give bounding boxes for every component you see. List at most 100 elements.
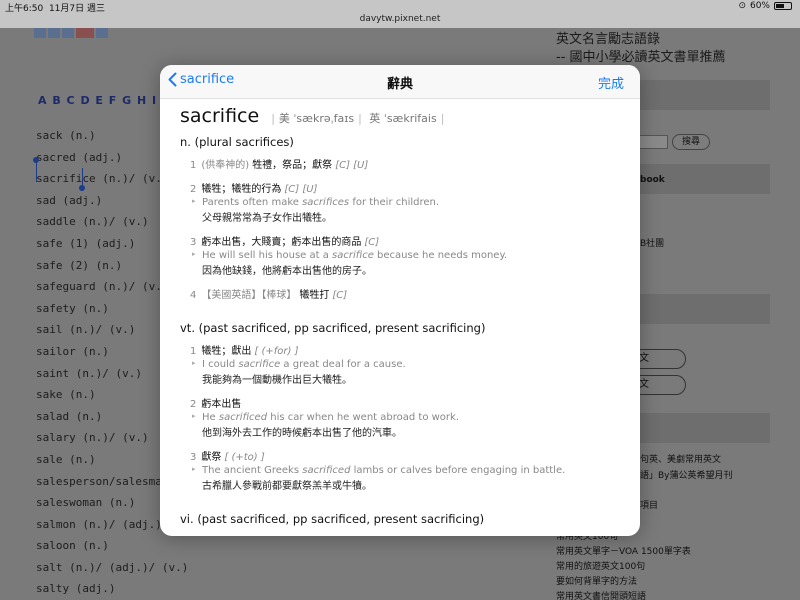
sense-spacer [180,224,626,230]
plurk-share-icon[interactable] [48,28,60,38]
sense-number: 3 [190,237,197,248]
example-chinese: 古希臘人參戰前都要獻祭羔羊或牛犢。 [202,481,372,492]
headword-row: sacrifice | 美 ˈsækrəˌfaɪs | 英 ˈsækrifais | [180,105,626,129]
verb-intransitive-section: vi. (past sacrificed, pp sacrificed, pre… [180,512,626,536]
done-button[interactable]: 完成 [598,73,624,92]
sidebar-link[interactable]: 項目 [640,498,658,511]
example-english: I could sacrifice a great deal for a cau… [202,359,406,370]
definition-sense: 3 虧本出售，大賤賣；虧本出售的商品 [C] [190,233,626,248]
pron-uk: ˈsækrifais [383,112,437,125]
sense-spacer [180,277,626,283]
url-text[interactable]: davytw.pixnet.net [0,14,800,24]
right-heading-1[interactable]: 英文名言勵志語錄 [556,28,660,47]
definition-sense: 4 【美國英語】【棒球】 犧牲打 [C] [190,286,626,301]
selected-word[interactable]: sacrifice [36,172,96,185]
pos-forms: (past sacrificed, pp sacrificed, present… [198,321,486,335]
pos-forms: (past sacrificed, pp sacrificed, present… [197,512,485,526]
selection-end-line [82,168,83,188]
battery-percent: 60% [749,1,770,11]
selection-start-line [36,160,37,182]
sidebar-link[interactable]: 常用英文書信開頭短語 [556,589,646,600]
pos-label: vt. [180,321,195,335]
sidebar-link[interactable]: 句英、美劇常用英文 [640,452,721,465]
sense-definition: 虧本出售 [201,399,242,410]
status-bar: 上午6:50 11月7日 週三 ⊙ 60% [0,0,800,14]
sense-definition: 犧牲；犧牲的行為 [201,184,282,195]
definition-sense: 1 犧牲；獻出[ (+for) ] [190,342,626,357]
sense-prefix: (供奉神的) [201,160,250,171]
example-english: He sacrificed his car when he went abroa… [202,412,460,423]
social-share-bar [34,28,108,38]
pron-us: ˈsækrəˌfaɪs [293,112,355,125]
word-list-item[interactable]: salt (n.)/ (adj.)/ (v.) [36,561,188,583]
rotation-lock-icon: ⊙ [738,1,746,11]
example-english: Parents often make sacrifices for their … [202,197,440,208]
example-sentence: Parents often make sacrifices for their … [192,197,626,224]
sense-number: 4 [190,290,197,301]
battery-icon [774,2,792,10]
dictionary-nav-bar: sacrifice 辭典 完成 [160,65,640,99]
like-icon[interactable] [96,28,108,38]
example-sentence: I could sacrifice a great deal for a cau… [192,359,626,386]
example-chinese: 因為他缺錢，他將虧本出售他的房子。 [202,266,372,277]
word-list-item[interactable]: salty (adj.) [36,582,188,600]
sidebar-link[interactable]: 語」By蒲公英希望月刊 [640,468,733,481]
sense-spacer [180,439,626,445]
example-chinese: 他到海外去工作的時候虧本出售了他的汽車。 [202,428,402,439]
example-sentence: He sacrificed his car when he went abroa… [192,412,626,439]
sense-number: 3 [190,452,197,463]
definition-sense: 1獻祭 [190,533,626,536]
example-chinese: 我能夠為一個動機作出巨大犧牲。 [202,375,352,386]
sidebar-link[interactable]: 要如何背單字的方法 [556,574,637,587]
status-time-date: 上午6:50 11月7日 週三 [5,1,105,14]
definition-sense: 2 犧牲；犧牲的行為 [C] [U] [190,180,626,195]
pos-forms: (plural sacrifices) [194,135,294,149]
example-sentence: He will sell his house at a sacrifice be… [192,250,626,277]
sense-spacer [180,386,626,392]
example-english: He will sell his house at a sacrifice be… [202,250,508,261]
sense-spacer [180,171,626,177]
verb-transitive-section: vt. (past sacrificed, pp sacrificed, pre… [180,321,626,492]
sense-number: 2 [190,184,197,195]
address-bar[interactable]: davytw.pixnet.net [0,14,800,28]
status-time: 上午6:50 [5,4,44,14]
right-heading-2[interactable]: -- 國中小學必讀英文書單推薦 [556,46,726,65]
sidebar-search-button[interactable]: 搜尋 [672,134,710,150]
google-plus-icon[interactable] [76,28,94,38]
pron-uk-label: 英 [369,112,381,125]
share-icon[interactable] [62,28,74,38]
word-list-item[interactable]: saloon (n.) [36,539,188,561]
sense-definition: 牲禮，祭品；獻祭 [252,160,333,171]
dictionary-title: 辭典 [386,77,413,92]
group-label[interactable]: B社團 [640,236,664,249]
pronunciation: | 美 ˈsækrəˌfaɪs | 英 ˈsækrifais | [271,112,445,125]
dictionary-content[interactable]: sacrifice | 美 ˈsækrəˌfaɪs | 英 ˈsækrifais | … [180,105,626,536]
pron-us-label: 美 [278,112,290,125]
sense-number: 2 [190,399,197,410]
part-of-speech: n. (plural sacrifices) [180,135,626,153]
sense-definition: 犧牲打 [299,290,330,301]
sense-grammar-tag: [ (+for) ] [254,346,299,357]
example-chinese: 父母親常常為子女作出犧牲。 [202,213,332,224]
headword: sacrifice [180,105,260,127]
dictionary-panel: sacrifice 辭典 完成 sacrifice | 美 ˈsækrəˌfaɪs… [160,65,640,536]
example-english: The ancient Greeks sacrificed lambs or c… [202,465,566,476]
sidebar-link[interactable]: 常用的旅遊英文100句 [556,559,645,572]
part-of-speech: vi. (past sacrificed, pp sacrificed, pre… [180,512,626,530]
definition-sense: 3 獻祭[ (+to) ] [190,448,626,463]
sense-definition: 獻祭 [201,452,222,463]
sense-number: 1 [190,346,197,357]
status-date: 11月7日 週三 [48,4,105,14]
sense-grammar-tag: [C] [U] [284,184,318,195]
sense-prefix: 【美國英語】【棒球】 [201,290,297,301]
pos-label: n. [180,135,191,149]
facebook-share-icon[interactable] [34,28,46,38]
battery-fill [776,4,785,8]
sidebar-link[interactable]: 常用英文單字－VOA 1500單字表 [556,544,691,557]
sense-definition: 犧牲；獻出 [201,346,252,357]
status-right: ⊙ 60% [738,1,792,11]
definition-sense: 1 (供奉神的) 牲禮，祭品；獻祭 [C] [U] [190,156,626,171]
pos-label: vi. [180,512,194,526]
noun-section: n. (plural sacrifices) 1 (供奉神的) 牲禮，祭品；獻祭 [C]… [180,135,626,301]
facebook-label: book [640,175,665,185]
